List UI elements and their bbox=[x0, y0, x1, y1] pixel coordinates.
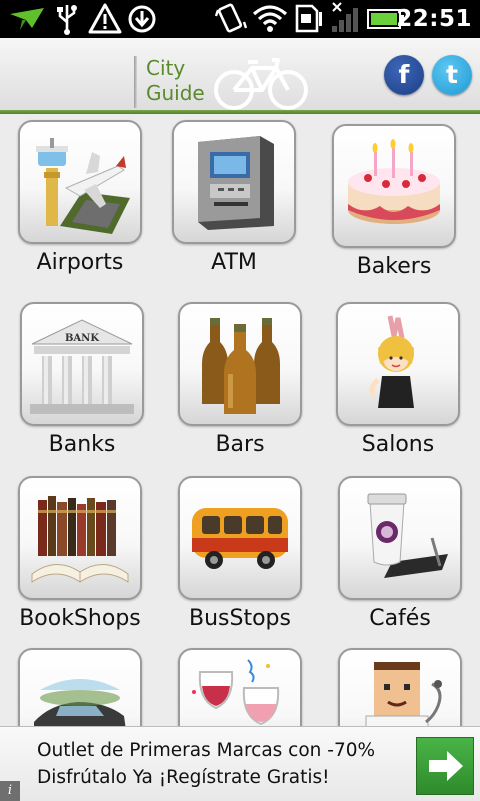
category-bakers-button[interactable] bbox=[332, 124, 456, 248]
bicycle-icon bbox=[214, 58, 308, 110]
category-bookshops-button[interactable] bbox=[18, 476, 142, 600]
airport-icon bbox=[36, 138, 130, 234]
category-salons-button[interactable] bbox=[336, 302, 460, 426]
logo-line-guide: Guide bbox=[146, 81, 205, 105]
wine-glasses-icon bbox=[192, 659, 280, 726]
app-header: City Guide f t bbox=[0, 38, 480, 110]
car-icon bbox=[34, 679, 126, 726]
category-car-button[interactable] bbox=[18, 648, 142, 726]
logo-divider bbox=[134, 56, 137, 108]
ad-banner[interactable]: Outlet de Primeras Marcas con -70% Disfr… bbox=[0, 726, 480, 801]
ad-info-icon[interactable]: i bbox=[0, 781, 20, 801]
sd-card-icon bbox=[295, 4, 322, 33]
cake-icon bbox=[348, 139, 440, 224]
doctor-icon bbox=[365, 662, 442, 726]
ad-text[interactable]: Outlet de Primeras Marcas con -70% Disfr… bbox=[37, 737, 407, 791]
category-label: BookShops bbox=[19, 606, 141, 631]
notification-arrow-icon bbox=[10, 8, 44, 30]
category-label: Cafés bbox=[369, 606, 431, 631]
category-grid: Airports ATM Bakers BANK Banks Bars Salo… bbox=[0, 114, 480, 726]
category-label: ATM bbox=[211, 250, 257, 275]
clock: 22:51 bbox=[396, 6, 472, 32]
bank-icon: BANK bbox=[30, 319, 134, 414]
coffee-cup-icon bbox=[367, 493, 448, 578]
beer-bottles-icon bbox=[202, 318, 280, 414]
category-wine-button[interactable] bbox=[178, 648, 302, 726]
category-doctor-button[interactable] bbox=[338, 648, 462, 726]
category-label: Bakers bbox=[356, 254, 432, 279]
atm-icon bbox=[198, 136, 274, 230]
status-bar: 22:51 bbox=[0, 0, 480, 38]
arrow-right-icon bbox=[429, 751, 463, 781]
warning-icon bbox=[88, 3, 122, 34]
category-label: BusStops bbox=[189, 606, 291, 631]
app-logo-text: City Guide bbox=[146, 56, 216, 106]
logo-line-city: City bbox=[146, 56, 186, 80]
ad-headline: Outlet de Primeras Marcas con -70% bbox=[37, 740, 376, 761]
vibrate-icon bbox=[214, 3, 248, 33]
svg-text:BANK: BANK bbox=[65, 333, 99, 344]
bus-icon bbox=[192, 508, 288, 569]
category-cafes-button[interactable] bbox=[338, 476, 462, 600]
category-label: Banks bbox=[48, 432, 116, 457]
wifi-icon bbox=[252, 5, 288, 32]
category-label: Salons bbox=[361, 432, 435, 457]
ad-subline: Disfrútalo Ya ¡Regístrate Gratis! bbox=[37, 767, 330, 788]
facebook-button[interactable]: f bbox=[384, 55, 424, 95]
category-busstops-button[interactable] bbox=[178, 476, 302, 600]
category-label: Bars bbox=[215, 432, 265, 457]
category-banks-button[interactable]: BANK bbox=[20, 302, 144, 426]
usb-icon bbox=[57, 5, 77, 35]
category-bars-button[interactable] bbox=[178, 302, 302, 426]
ad-cta-button[interactable] bbox=[416, 737, 474, 795]
signal-icon bbox=[332, 2, 358, 32]
salon-icon bbox=[369, 315, 414, 408]
category-airports-button[interactable] bbox=[18, 120, 142, 244]
category-atm-button[interactable] bbox=[172, 120, 296, 244]
books-icon bbox=[31, 496, 129, 583]
header-logo-area bbox=[4, 40, 134, 106]
download-icon bbox=[128, 5, 156, 33]
twitter-button[interactable]: t bbox=[432, 55, 472, 95]
category-label: Airports bbox=[36, 250, 124, 275]
